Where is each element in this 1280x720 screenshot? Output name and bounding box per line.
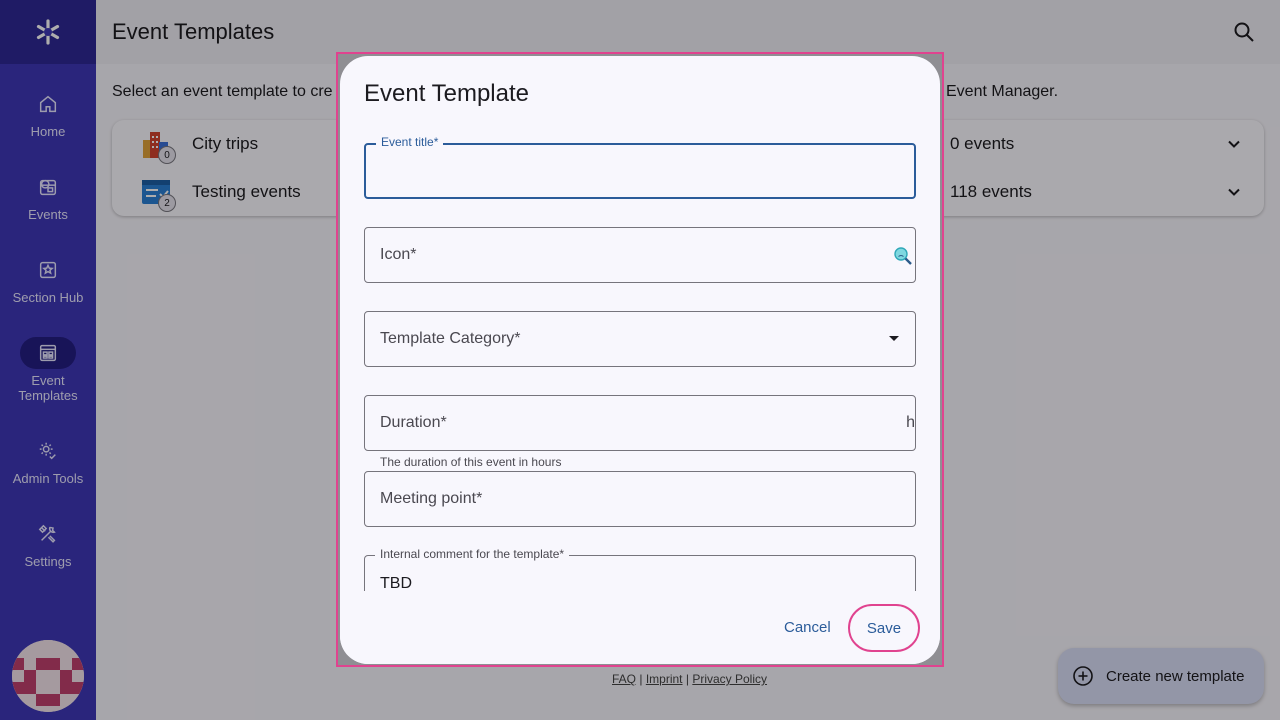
icon-field[interactable]: Icon* — [364, 227, 916, 283]
event-title-label: Event title* — [376, 135, 444, 149]
dropdown-arrow-icon — [889, 336, 899, 341]
event-template-dialog: Event Template Event title* Icon* Templa… — [340, 56, 940, 664]
duration-unit-suffix: h — [906, 414, 915, 431]
template-category-select[interactable]: Template Category* — [364, 311, 916, 367]
meeting-point-field[interactable]: Meeting point* — [364, 471, 916, 527]
duration-placeholder: Duration* — [380, 414, 447, 431]
cancel-button[interactable]: Cancel — [784, 619, 831, 636]
dialog-title: Event Template — [364, 80, 529, 107]
event-title-field[interactable]: Event title* — [364, 135, 916, 199]
icon-placeholder: Icon* — [380, 246, 417, 263]
internal-comment-label: Internal comment for the template* — [375, 547, 570, 561]
category-placeholder: Template Category* — [380, 330, 521, 347]
save-button[interactable]: Save — [848, 604, 920, 652]
duration-field[interactable]: Duration* h — [364, 395, 916, 451]
event-title-input[interactable] — [380, 159, 900, 187]
duration-helper-text: The duration of this event in hours — [380, 455, 562, 469]
meeting-point-placeholder: Meeting point* — [380, 490, 483, 507]
icon-picker-magnifier-icon[interactable] — [893, 246, 913, 266]
